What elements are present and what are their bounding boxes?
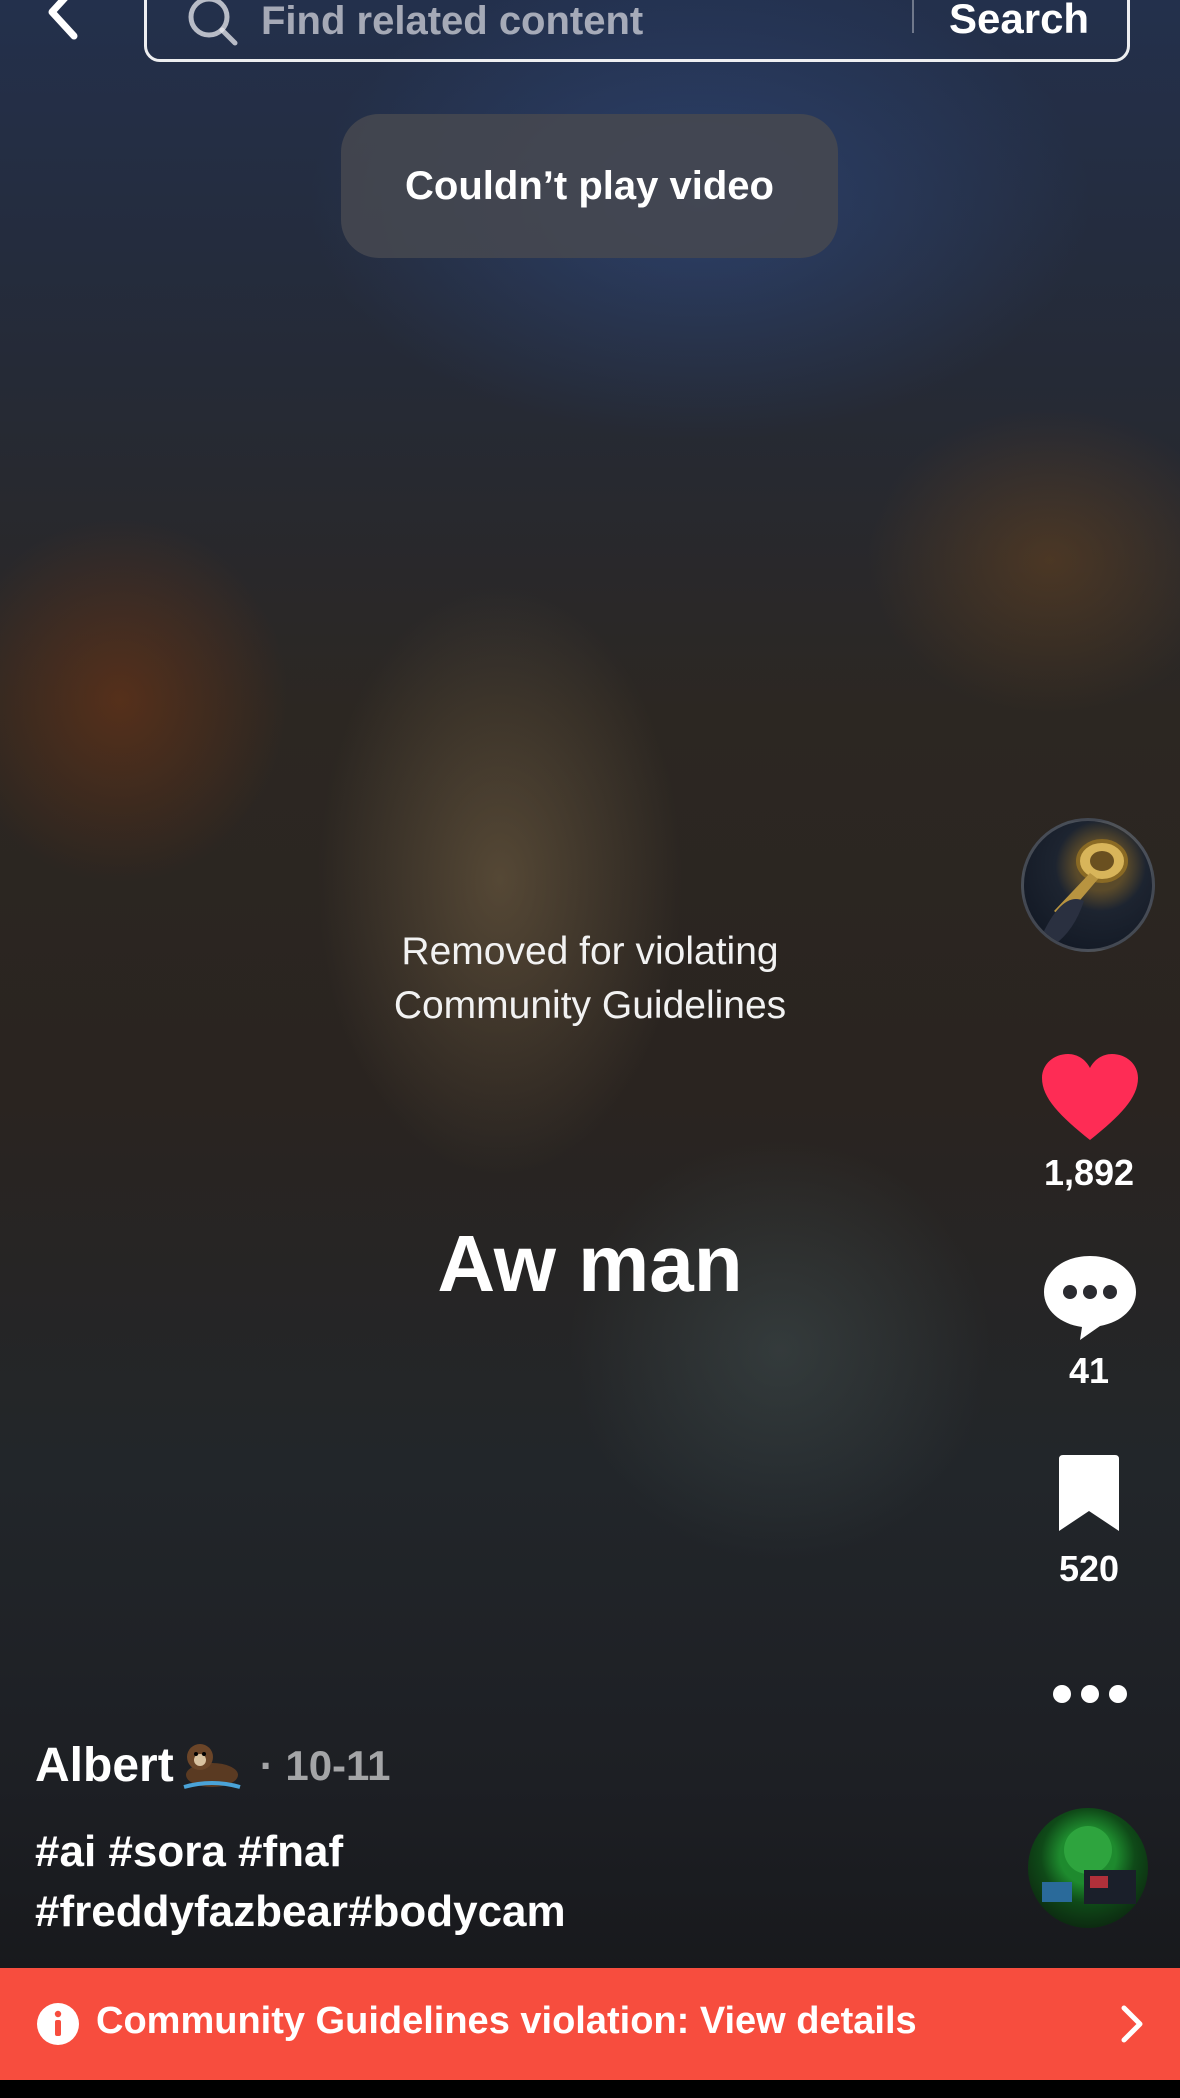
banner-text: Community Guidelines violation: View det… (96, 2000, 917, 2042)
author-name[interactable]: Albert (35, 1738, 174, 1793)
search-bar[interactable]: Find related content Search (144, 0, 1130, 62)
like-button[interactable] (1040, 1052, 1140, 1144)
search-button[interactable]: Search (949, 0, 1089, 43)
bookmark-button[interactable] (1053, 1455, 1125, 1535)
chevron-left-icon (48, 0, 78, 40)
removed-notice: Removed for violating Community Guidelin… (300, 925, 880, 1033)
hashtags: #ai #sora #fnaf #freddyfazbear#bodycam (35, 1822, 735, 1942)
search-divider (912, 0, 914, 33)
hashtags-line2[interactable]: #freddyfazbear#bodycam (35, 1882, 735, 1942)
author-avatar[interactable] (1021, 818, 1155, 952)
search-input[interactable]: Find related content (261, 0, 643, 44)
search-icon (188, 0, 238, 46)
author-row: Albert · 10-11 (35, 1738, 390, 1793)
removed-notice-line1: Removed for violating (401, 930, 779, 973)
trumpet-image (1044, 839, 1128, 945)
error-toast: Couldn’t play video (341, 114, 838, 258)
bookmark-count: 520 (1058, 1548, 1120, 1589)
video-caption: Aw man (437, 1219, 743, 1308)
comment-button[interactable] (1040, 1252, 1140, 1342)
more-options-button[interactable] (1050, 1680, 1130, 1708)
removed-notice-line2: Community Guidelines (393, 984, 787, 1027)
music-disc[interactable] (1028, 1808, 1148, 1928)
like-count: 1,892 (1043, 1152, 1135, 1193)
toast-message: Couldn’t play video (405, 163, 774, 208)
bottom-strip (0, 2080, 1180, 2098)
chevron-right-icon (1121, 2005, 1143, 2043)
violation-banner[interactable]: Community Guidelines violation: View det… (0, 1968, 1180, 2080)
post-date: · 10-11 (259, 1741, 391, 1789)
hashtags-line1[interactable]: #ai #sora #fnaf (35, 1822, 735, 1882)
info-icon (37, 2003, 79, 2045)
otter-icon (183, 1743, 241, 1789)
back-button[interactable] (38, 0, 90, 42)
music-cover-image (1042, 1826, 1136, 1904)
comment-count: 41 (1068, 1350, 1110, 1391)
